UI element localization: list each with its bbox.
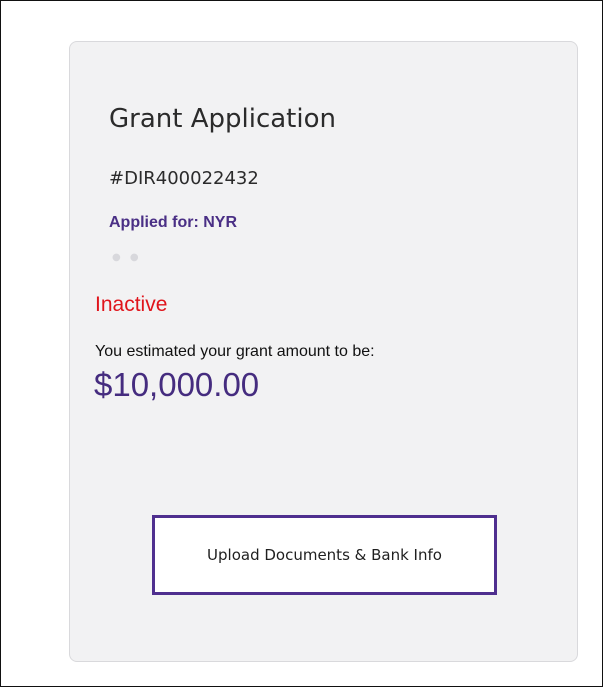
grant-amount: $10,000.00 [94,366,260,403]
card-title: Grant Application [109,104,336,134]
page-frame: Grant Application #DIR400022432 Applied … [0,0,603,687]
status-label: Inactive [95,293,168,316]
applied-for-label: Applied for: NYR [109,214,237,231]
application-id: #DIR400022432 [109,168,259,189]
estimate-label: You estimated your grant amount to be: [95,343,375,360]
loading-dots-icon: ● ● [112,252,142,263]
upload-documents-button[interactable]: Upload Documents & Bank Info [152,515,497,595]
grant-application-card: Grant Application #DIR400022432 Applied … [69,41,578,662]
